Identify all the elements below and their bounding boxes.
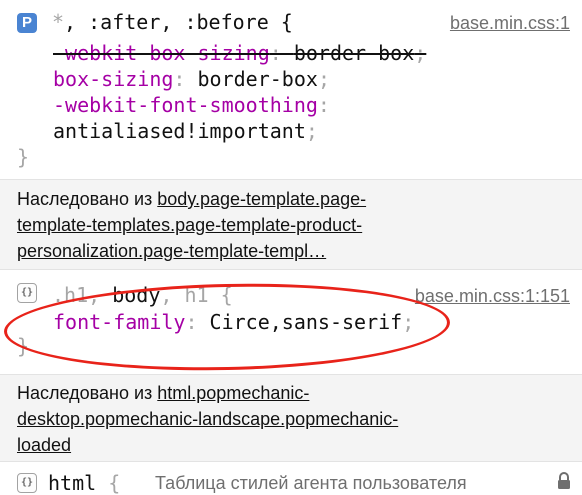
inherited-from-header: Наследовано из html.popmechanic- desktop… <box>0 374 582 462</box>
stylesheet-icon: {} <box>17 283 37 303</box>
declaration-webkit-font-smoothing[interactable]: -webkit-font-smoothing: <box>53 93 330 117</box>
declaration-box-sizing[interactable]: box-sizing: border-box; <box>53 67 330 91</box>
inherited-from-text: Наследовано из body.page-template.page- … <box>17 189 367 261</box>
inherited-from-header: Наследовано из body.page-template.page- … <box>0 179 582 270</box>
declaration-webkit-box-sizing[interactable]: -webkit-box-sizing: border-box; <box>53 41 426 65</box>
rule-source-link[interactable]: base.min.css:1 <box>450 13 570 34</box>
declaration-value-continuation: antialiased!important; <box>53 119 318 143</box>
inherited-element-link[interactable]: html.popmechanic- <box>157 383 309 403</box>
inherited-element-link-cont[interactable]: loaded <box>17 435 71 455</box>
inherited-element-link-cont[interactable]: template-templates.page-template-product… <box>17 215 362 235</box>
rule-selector[interactable]: *, :after, :before { <box>52 10 293 34</box>
css-rule-universal[interactable]: P *, :after, :before { base.min.css:1 -w… <box>0 0 582 179</box>
inherited-element-link-cont[interactable]: desktop.popmechanic-landscape.popmechani… <box>17 409 398 429</box>
inherited-element-link[interactable]: body.page-template.page- <box>157 189 366 209</box>
stylesheet-icon: {} <box>17 473 37 493</box>
css-rule-html-user-agent[interactable]: {} html { Таблица стилей агента пользова… <box>0 462 582 495</box>
rule-origin-badge: P <box>17 13 37 33</box>
rule-source-link[interactable]: base.min.css:1:151 <box>415 286 570 307</box>
user-agent-stylesheet-label: Таблица стилей агента пользователя <box>155 473 467 493</box>
inherited-element-link-cont[interactable]: personalization.page-template-templ… <box>17 241 326 261</box>
rule-close-brace: } <box>17 145 30 169</box>
rule-selector[interactable]: html { <box>48 471 120 495</box>
inherited-from-text: Наследовано из html.popmechanic- desktop… <box>17 383 399 455</box>
